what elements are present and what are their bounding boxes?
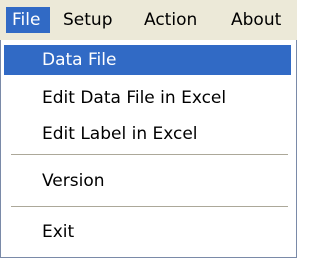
menu-about[interactable]: About: [225, 7, 297, 33]
menu-item-edit-label-in-excel[interactable]: Edit Label in Excel: [4, 119, 291, 149]
menu-file[interactable]: File: [6, 7, 50, 33]
menu-item-edit-data-file-in-excel[interactable]: Edit Data File in Excel: [4, 83, 291, 113]
menu-separator: [11, 154, 288, 156]
menu-item-data-file[interactable]: Data File: [4, 45, 291, 75]
menu-item-exit[interactable]: Exit: [4, 217, 291, 247]
menu-setup[interactable]: Setup: [57, 7, 130, 33]
menu-bar: File Setup Action About: [0, 0, 297, 40]
menu-action[interactable]: Action: [138, 7, 221, 33]
file-dropdown-menu: Data File Edit Data File in Excel Edit L…: [0, 40, 297, 258]
menu-item-version[interactable]: Version: [4, 166, 291, 196]
menu-separator: [11, 206, 288, 208]
